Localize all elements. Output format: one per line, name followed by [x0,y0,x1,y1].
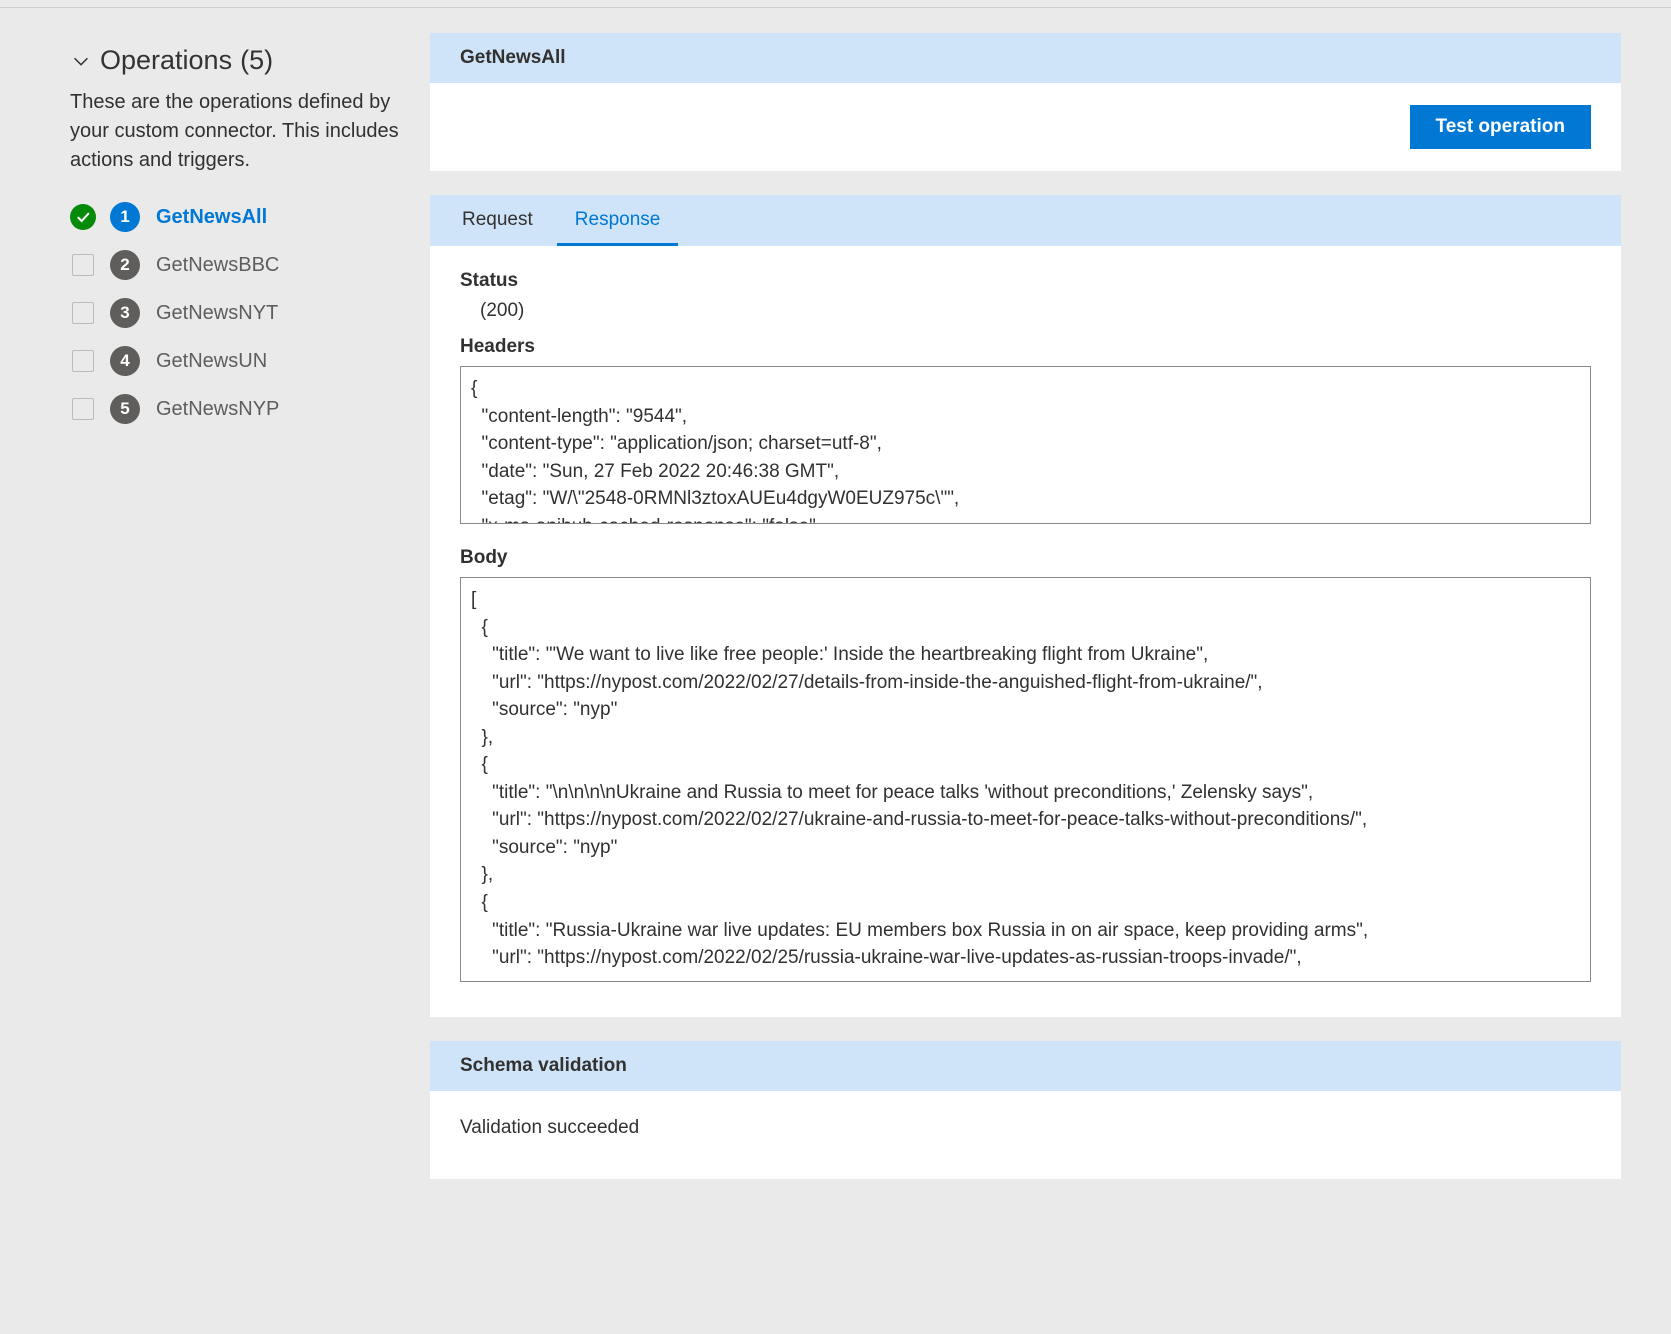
operation-title-panel: GetNewsAll Test operation [430,33,1621,171]
operations-count: (5) [240,45,273,76]
schema-validation-panel: Schema validation Validation succeeded [430,1041,1621,1179]
operation-label: GetNewsNYT [156,302,278,325]
operation-item-getnewsbbc[interactable]: 2 GetNewsBBC [70,241,400,289]
status-label: Status [460,270,1591,292]
operations-sidebar: Operations (5) These are the operations … [70,33,400,1179]
status-value: (200) [460,300,1591,322]
operations-description: These are the operations defined by your… [70,88,400,175]
operations-header[interactable]: Operations (5) [70,45,400,76]
headers-textarea[interactable] [460,366,1591,524]
checkbox-empty-icon [72,254,94,276]
operation-label: GetNewsBBC [156,254,279,277]
checkbox-empty-icon [72,398,94,420]
operation-title: GetNewsAll [430,33,1621,83]
operations-title: Operations [100,45,232,76]
content-container: Operations (5) These are the operations … [0,8,1671,1179]
operations-list: 1 GetNewsAll 2 GetNewsBBC 3 GetNewsNYT 4… [70,193,400,433]
schema-validation-title: Schema validation [430,1041,1621,1091]
operation-number: 2 [110,250,140,280]
operation-item-getnewsall[interactable]: 1 GetNewsAll [70,193,400,241]
operation-number: 5 [110,394,140,424]
operation-label: GetNewsAll [156,206,267,229]
action-row: Test operation [430,83,1621,171]
operation-number: 1 [110,202,140,232]
checkbox-empty-icon [72,302,94,324]
tab-response[interactable]: Response [557,195,679,246]
main-content: GetNewsAll Test operation Request Respon… [430,33,1621,1179]
tabs-header: Request Response [430,195,1621,246]
chevron-down-icon [70,50,92,72]
check-success-icon [70,204,96,230]
operation-label: GetNewsNYP [156,398,279,421]
operation-item-getnewsun[interactable]: 4 GetNewsUN [70,337,400,385]
operation-item-getnewsnyp[interactable]: 5 GetNewsNYP [70,385,400,433]
checkbox-empty-icon [72,350,94,372]
tab-request[interactable]: Request [444,195,551,246]
request-response-panel: Request Response Status (200) Headers Bo… [430,195,1621,1017]
headers-label: Headers [460,336,1591,358]
response-body-pane: Status (200) Headers Body [430,246,1621,1017]
test-operation-button[interactable]: Test operation [1410,105,1592,149]
operation-label: GetNewsUN [156,350,267,373]
operation-number: 4 [110,346,140,376]
operation-number: 3 [110,298,140,328]
body-textarea[interactable] [460,577,1591,982]
operation-item-getnewsnyt[interactable]: 3 GetNewsNYT [70,289,400,337]
schema-validation-message: Validation succeeded [430,1091,1621,1179]
body-label: Body [460,547,1591,569]
